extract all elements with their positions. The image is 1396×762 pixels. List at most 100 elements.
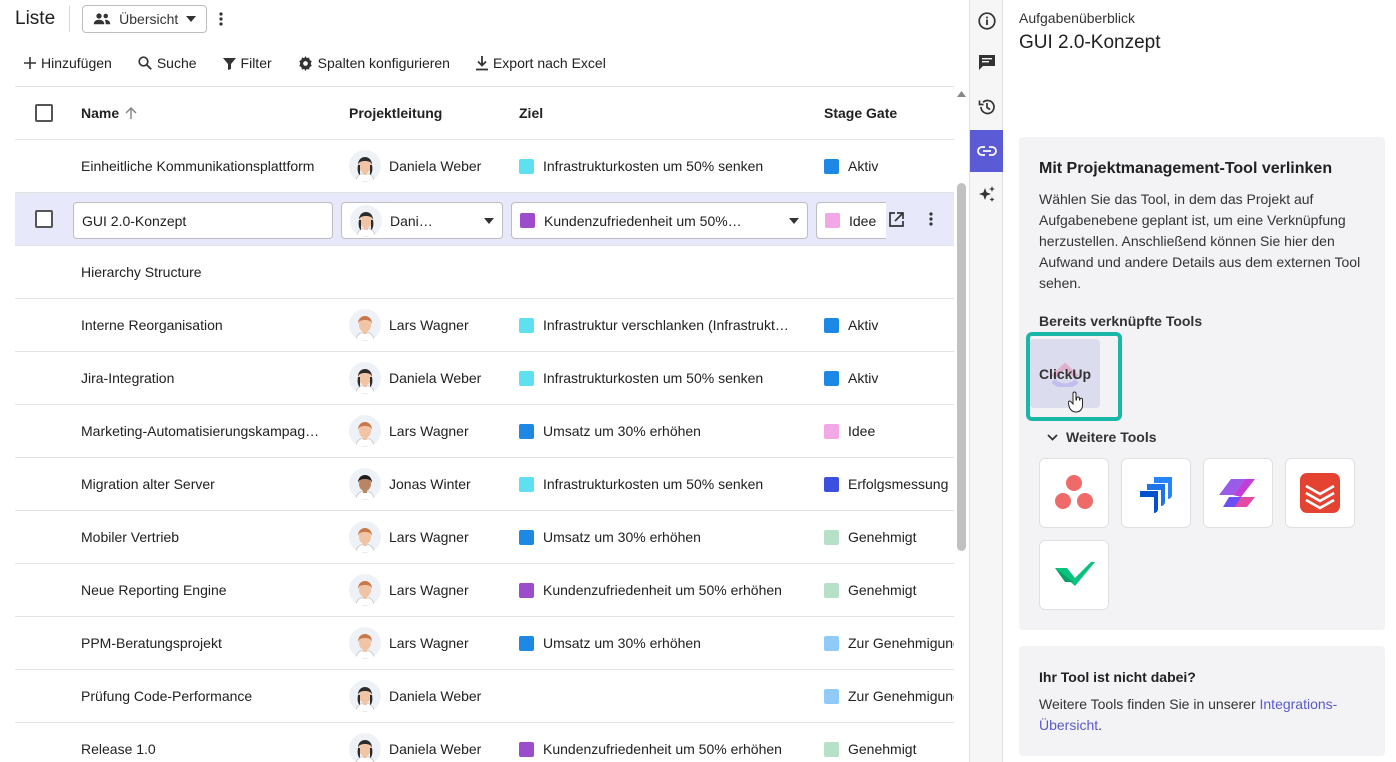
row-gate: Aktiv bbox=[824, 299, 954, 351]
table-row[interactable]: Release 1.0 Daniela Weber Kundenzufriedenh… bbox=[15, 723, 954, 762]
wrike-icon bbox=[1055, 562, 1095, 586]
table-row[interactable]: Jira-Integration Daniela Weber Infrastrukt… bbox=[15, 352, 954, 405]
missing-tool-text-end: . bbox=[1098, 717, 1103, 733]
table-row[interactable]: Prüfung Code-Performance Daniela Weber Zur… bbox=[15, 670, 954, 723]
open-external-button[interactable] bbox=[889, 193, 909, 245]
table-row[interactable]: GUI 2.0-Konzept Dani… Kundenzufriedenheit … bbox=[15, 193, 954, 246]
link-icon bbox=[976, 146, 997, 156]
row-lead: Lars Wagner bbox=[349, 617, 499, 669]
filter-button[interactable]: Filter bbox=[222, 55, 272, 71]
gate-color-swatch bbox=[824, 423, 839, 439]
missing-tool-text: Weitere Tools finden Sie in unserer Inte… bbox=[1039, 694, 1359, 736]
column-header-lead[interactable]: Projektleitung bbox=[349, 87, 499, 139]
gate-value: Aktiv bbox=[848, 317, 879, 333]
row-goal: Infrastruktur verschlanken (Infrastrukt… bbox=[519, 299, 809, 351]
ai-assistant-tab[interactable] bbox=[970, 174, 1003, 216]
caret-down-icon bbox=[484, 217, 494, 224]
ms-planner-tool-button[interactable] bbox=[1203, 458, 1273, 528]
select-all-checkbox[interactable] bbox=[35, 104, 53, 122]
row-menu-button[interactable] bbox=[929, 193, 939, 245]
scrollbar-thumb[interactable] bbox=[957, 183, 966, 551]
info-tab[interactable] bbox=[970, 0, 1003, 42]
scroll-up-arrow-icon[interactable] bbox=[957, 91, 966, 97]
name-value: Release 1.0 bbox=[81, 741, 156, 757]
link-tool-card: Mit Projektmanagement-Tool verlinken Wäh… bbox=[1019, 137, 1385, 630]
more-vert-icon[interactable] bbox=[219, 12, 223, 26]
name-input[interactable]: GUI 2.0-Konzept bbox=[73, 202, 333, 239]
hand-cursor-icon bbox=[1068, 391, 1083, 413]
more-tools-toggle[interactable]: Weitere Tools bbox=[1047, 429, 1157, 445]
avatar bbox=[349, 468, 381, 500]
table-row[interactable]: Marketing-Automatisierungskampag… Lars Wa… bbox=[15, 405, 954, 458]
row-lead: Daniela Weber bbox=[349, 723, 499, 762]
goal-value: Umsatz um 30% erhöhen bbox=[543, 529, 701, 545]
clickup-tool-button[interactable]: ClickUp bbox=[1030, 339, 1100, 413]
row-goal: Umsatz um 30% erhöhen bbox=[519, 405, 809, 457]
asana-tool-button[interactable] bbox=[1039, 458, 1109, 528]
table-row[interactable]: Migration alter Server Jonas Winter Infras… bbox=[15, 458, 954, 511]
goal-color-swatch bbox=[519, 476, 534, 492]
row-gate: Zur Genehmigung bbox=[824, 670, 954, 722]
row-name: Einheitliche Kommunikationsplattform bbox=[81, 140, 331, 192]
link-tab[interactable] bbox=[970, 130, 1003, 172]
goal-color-swatch bbox=[519, 741, 534, 757]
wrike-tool-button[interactable] bbox=[1039, 540, 1109, 610]
gate-value: Zur Genehmigung bbox=[848, 688, 954, 704]
row-checkbox[interactable] bbox=[35, 210, 53, 228]
table-row[interactable]: Einheitliche Kommunikationsplattform Dani… bbox=[15, 140, 954, 193]
lead-value: Daniela Weber bbox=[389, 741, 482, 757]
goal-select[interactable]: Kundenzufriedenheit um 50%… bbox=[511, 202, 808, 239]
list-toolbar: Hinzufügen Suche Filter Spalten konfigur… bbox=[24, 52, 632, 74]
goal-color-swatch bbox=[520, 213, 535, 228]
goal-value: Infrastrukturkosten um 50% senken bbox=[543, 370, 764, 386]
row-lead: Lars Wagner bbox=[349, 299, 499, 351]
table-row[interactable]: Hierarchy Structure bbox=[15, 246, 954, 299]
add-button[interactable]: Hinzufügen bbox=[24, 55, 112, 71]
table-row[interactable]: Interne Reorganisation Lars Wagner Infrast… bbox=[15, 299, 954, 352]
row-lead: Lars Wagner bbox=[349, 511, 499, 563]
table-header: Name Projektleitung Ziel Stage Gate bbox=[15, 87, 954, 140]
goal-value: Kundenzufriedenheit um 50% erhöhen bbox=[543, 741, 782, 757]
column-lead-label: Projektleitung bbox=[349, 105, 443, 121]
row-name: Mobiler Vertrieb bbox=[81, 511, 331, 563]
gear-icon bbox=[298, 55, 312, 71]
table-row[interactable]: Mobiler Vertrieb Lars Wagner Umsatz um 30%… bbox=[15, 511, 954, 564]
lead-value: Lars Wagner bbox=[389, 529, 469, 545]
column-header-gate[interactable]: Stage Gate bbox=[824, 87, 954, 139]
details-panel: Aufgabenüberblick GUI 2.0-Konzept Mit Pr… bbox=[1003, 0, 1396, 762]
gate-value: Aktiv bbox=[848, 158, 879, 174]
row-lead: Daniela Weber bbox=[349, 352, 499, 404]
row-lead: Jonas Winter bbox=[349, 458, 499, 510]
column-header-goal[interactable]: Ziel bbox=[519, 87, 809, 139]
gate-select[interactable]: Idee bbox=[816, 202, 886, 239]
table-row[interactable]: PPM-Beratungsprojekt Lars Wagner Umsatz um… bbox=[15, 617, 954, 670]
row-lead: Daniela Weber bbox=[349, 670, 499, 722]
comments-tab[interactable] bbox=[970, 42, 1003, 84]
link-tool-description: Wählen Sie das Tool, in dem das Projekt … bbox=[1039, 191, 1361, 291]
row-name: Neue Reporting Engine bbox=[81, 564, 331, 616]
row-lead: Lars Wagner bbox=[349, 405, 499, 457]
lead-select[interactable]: Dani… bbox=[341, 202, 503, 239]
lead-value: Lars Wagner bbox=[389, 423, 469, 439]
row-name: PPM-Beratungsprojekt bbox=[81, 617, 331, 669]
gate-value: Zur Genehmigung bbox=[848, 635, 954, 651]
table-row[interactable]: Neue Reporting Engine Lars Wagner Kundenzu… bbox=[15, 564, 954, 617]
row-name: Hierarchy Structure bbox=[81, 246, 331, 298]
view-select[interactable]: Übersicht bbox=[82, 5, 208, 33]
download-icon bbox=[475, 55, 488, 70]
avatar bbox=[350, 204, 382, 237]
configure-columns-button[interactable]: Spalten konfigurieren bbox=[298, 55, 450, 71]
row-gate: Erfolgsmessung bbox=[824, 458, 954, 510]
goal-color-swatch bbox=[519, 423, 534, 439]
export-excel-button[interactable]: Export nach Excel bbox=[475, 55, 606, 71]
list-view: Liste Übersicht Hinzufügen Suche Filter bbox=[0, 0, 969, 762]
column-header-name[interactable]: Name bbox=[81, 87, 331, 139]
avatar bbox=[349, 627, 381, 659]
todoist-tool-button[interactable] bbox=[1285, 458, 1355, 528]
goal-value: Umsatz um 30% erhöhen bbox=[543, 635, 701, 651]
row-gate: Genehmigt bbox=[824, 511, 954, 563]
history-tab[interactable] bbox=[970, 86, 1003, 128]
search-button[interactable]: Suche bbox=[138, 55, 197, 71]
name-value: Prüfung Code-Performance bbox=[81, 688, 253, 704]
jira-tool-button[interactable] bbox=[1121, 458, 1191, 528]
